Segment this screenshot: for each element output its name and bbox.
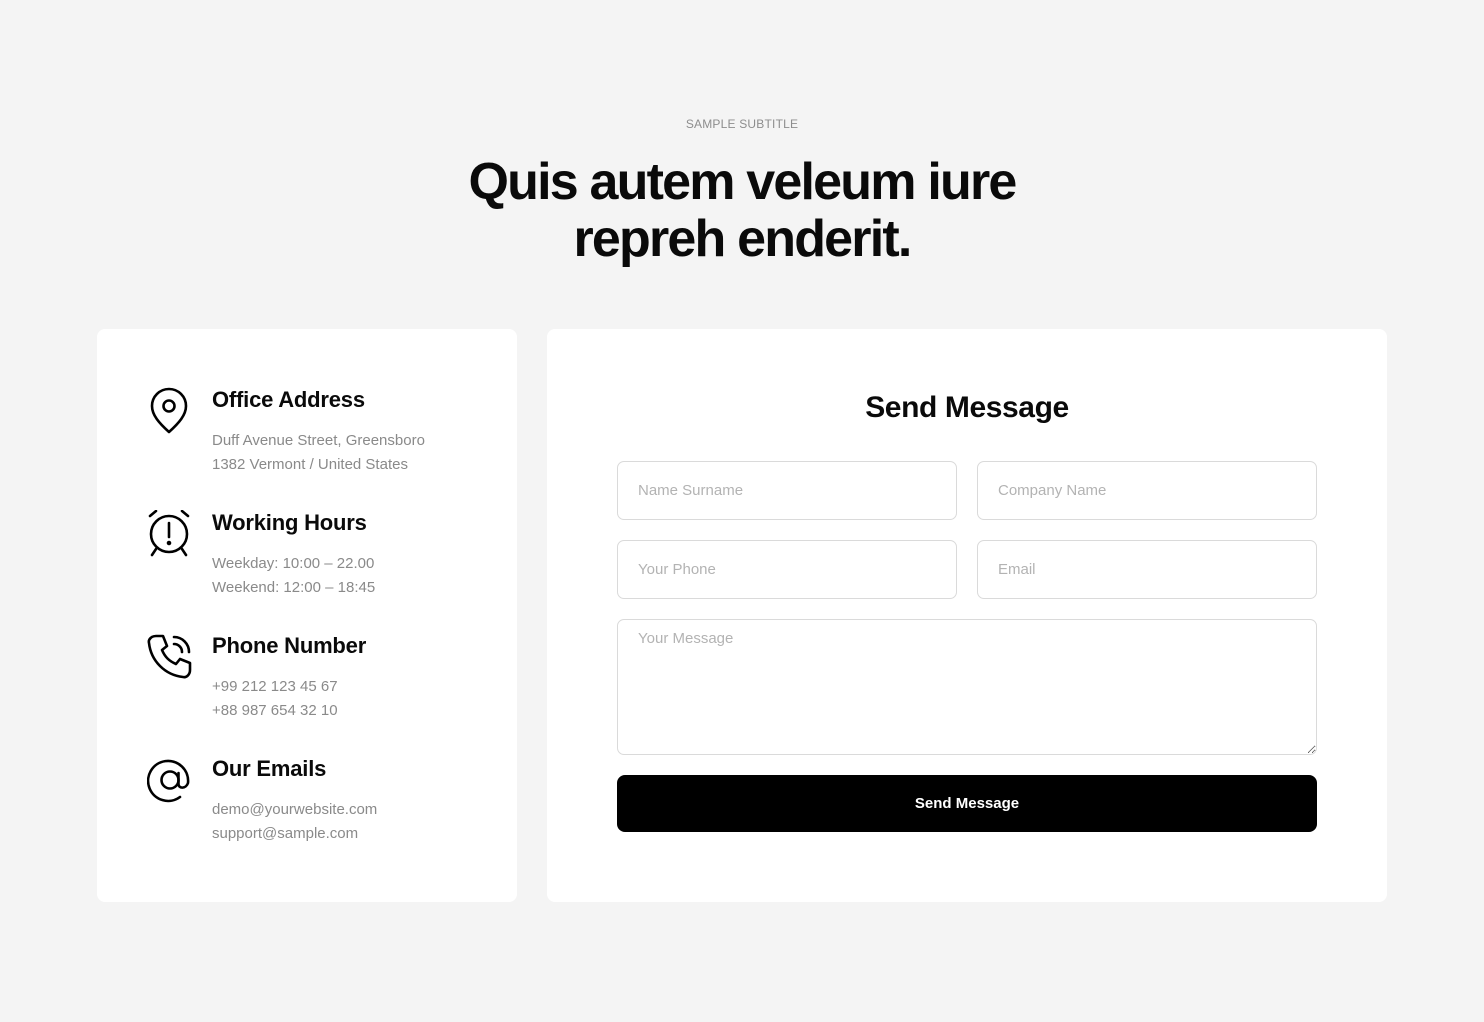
contact-info-card: Office Address Duff Avenue Street, Green… [97, 329, 517, 902]
section-title-line-2: repreh enderit. [573, 210, 912, 268]
info-line: support@sample.com [212, 825, 359, 842]
message-textarea[interactable] [617, 619, 1317, 755]
info-line: Weekend: 12:00 – 18:45 [212, 579, 376, 596]
form-title: Send Message [865, 391, 1069, 424]
info-item-working-hours: Working Hours Weekday: 10:00 – 22.00 Wee… [147, 510, 487, 610]
info-line: demo@yourwebsite.com [212, 801, 378, 818]
send-message-button[interactable]: Send Message [617, 775, 1317, 832]
info-item-office-address: Office Address Duff Avenue Street, Green… [147, 387, 487, 487]
info-title: Phone Number [212, 633, 367, 658]
email-input[interactable] [977, 540, 1317, 599]
info-line: 1382 Vermont / United States [212, 456, 408, 473]
contact-form-card: Send Message Send Message [547, 329, 1387, 902]
company-name-input[interactable] [977, 461, 1317, 520]
info-line: +88 987 654 32 10 [212, 702, 338, 719]
info-line: +99 212 123 45 67 [212, 678, 338, 695]
info-title: Working Hours [212, 510, 367, 535]
info-title: Our Emails [212, 756, 327, 781]
phone-ringing-icon [147, 633, 193, 681]
phone-input[interactable] [617, 540, 957, 599]
name-surname-input[interactable] [617, 461, 957, 520]
section-title-line-1: Quis autem veleum iure [468, 153, 1017, 211]
info-item-phone-number: Phone Number +99 212 123 45 67 +88 987 6… [147, 633, 487, 733]
info-title: Office Address [212, 387, 365, 412]
location-pin-icon [147, 387, 193, 435]
info-line: Duff Avenue Street, Greensboro [212, 432, 425, 449]
alarm-clock-icon [147, 510, 193, 558]
info-line: Weekday: 10:00 – 22.00 [212, 555, 375, 572]
section-subtitle: SAMPLE SUBTITLE [685, 117, 799, 131]
info-item-our-emails: Our Emails demo@yourwebsite.com support@… [147, 756, 487, 856]
at-sign-icon [147, 756, 193, 804]
section-title: Quis autem veleum iure repreh enderit. [0, 154, 1484, 268]
